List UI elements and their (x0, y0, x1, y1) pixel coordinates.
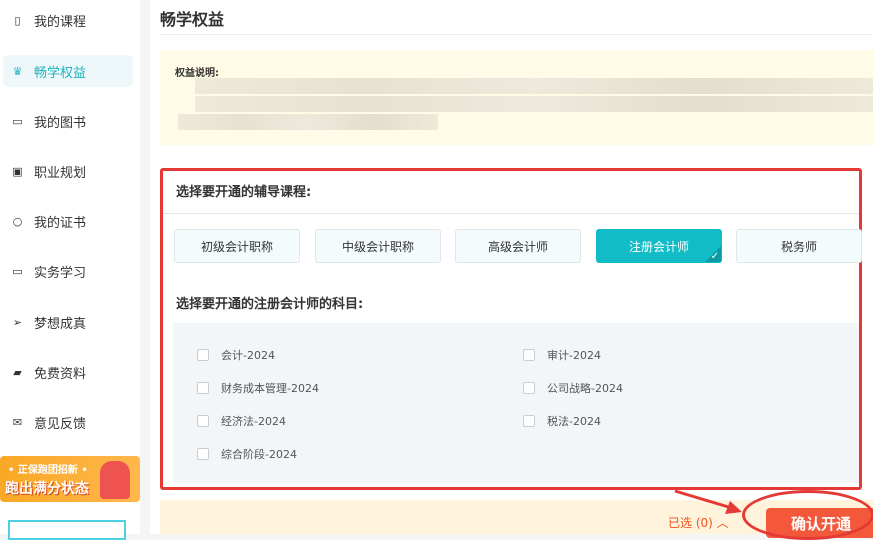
checkbox[interactable] (197, 382, 209, 394)
checkbox[interactable] (523, 382, 535, 394)
subject-list: 会计-2024 审计-2024 财务成本管理-2024 公司战略-2024 经济… (173, 323, 859, 483)
label: 公司战略-2024 (547, 382, 623, 395)
promo-banner[interactable]: • 正保跑团招新 • 跑出满分状态 (0, 456, 140, 502)
sidebar: ▯ 我的课程 ♛ 畅学权益 ▭ 我的图书 ▣ 职业规划 ○ 我的证书 ▭ 实务学习 ➢ 梦想成… (0, 0, 140, 540)
redacted-text (178, 114, 438, 130)
subject-checkbox[interactable]: 税法-2024 (523, 413, 601, 429)
label: 审计-2024 (547, 349, 601, 362)
banner-line2: 跑出满分状态 (5, 481, 89, 497)
checkbox[interactable] (523, 349, 535, 361)
monitor-icon: ▭ (12, 264, 23, 278)
checkbox[interactable] (523, 415, 535, 427)
banner-line1: • 正保跑团招新 • (8, 465, 88, 476)
divider (163, 213, 859, 214)
label: 税务师 (780, 239, 817, 254)
label: 梦想成真 (34, 316, 87, 332)
subject-checkbox[interactable]: 财务成本管理-2024 (197, 380, 319, 396)
course-tab-selected[interactable]: 注册会计师 ✓ (596, 229, 722, 263)
annotation-oval (742, 490, 873, 540)
sidebar-item-benefits[interactable]: ♛ 畅学权益 (3, 55, 133, 87)
check-icon: ✓ (710, 251, 719, 262)
course-selection-panel: 选择要开通的辅导课程: 初级会计职称 中级会计职称 高级会计师 注册会计师 ✓ 税… (160, 168, 862, 490)
page-title: 畅学权益 (160, 10, 225, 29)
label: 综合阶段-2024 (221, 448, 297, 461)
checkbox[interactable] (197, 349, 209, 361)
sidebar-item-my-books[interactable]: ▭ 我的图书 (3, 105, 133, 137)
checkbox[interactable] (197, 415, 209, 427)
sidebar-item-career[interactable]: ▣ 职业规划 (3, 155, 133, 187)
label: 职业规划 (34, 165, 87, 181)
sidebar-item-certificates[interactable]: ○ 我的证书 (3, 205, 133, 237)
divider (160, 34, 873, 35)
main-content: 畅学权益 权益说明: 选择要开通的辅导课程: 初级会计职称 中级会计职称 高级会… (150, 0, 873, 538)
subject-checkbox[interactable]: 公司战略-2024 (523, 380, 623, 396)
course-heading: 选择要开通的辅导课程: (176, 185, 312, 200)
book-icon: ▯ (14, 13, 21, 27)
sidebar-item-practice[interactable]: ▭ 实务学习 (3, 255, 133, 287)
label: 意见反馈 (34, 416, 87, 432)
label: 实务学习 (34, 265, 87, 281)
label: 税法-2024 (547, 415, 601, 428)
checkbox[interactable] (197, 448, 209, 460)
crown-icon: ♛ (12, 64, 23, 78)
subject-checkbox[interactable]: 会计-2024 (197, 347, 275, 363)
label: 高级会计师 (487, 239, 548, 254)
notice-label: 权益说明: (175, 68, 219, 79)
benefit-notice: 权益说明: (160, 50, 873, 145)
subject-checkbox[interactable]: 审计-2024 (523, 347, 601, 363)
label: 我的课程 (34, 14, 87, 30)
label: 我的图书 (34, 115, 87, 131)
annotation-arrow (674, 489, 742, 514)
course-tab[interactable]: 高级会计师 (455, 229, 581, 263)
book-closed-icon: ▭ (12, 114, 23, 128)
sidebar-item-dream[interactable]: ➢ 梦想成真 (3, 306, 133, 338)
redacted-text (195, 78, 873, 94)
label: 财务成本管理-2024 (221, 382, 319, 395)
label: 注册会计师 (628, 239, 689, 254)
label: 畅学权益 (34, 65, 87, 81)
subject-heading: 选择要开通的注册会计师的科目: (176, 297, 364, 312)
label: 经济法-2024 (221, 415, 286, 428)
qr-code (8, 520, 126, 540)
mail-icon: ✉ (12, 415, 23, 429)
label: 初级会计职称 (200, 239, 273, 254)
bulb-icon: ○ (12, 214, 23, 228)
send-icon: ➢ (12, 315, 23, 329)
sidebar-item-feedback[interactable]: ✉ 意见反馈 (3, 406, 133, 438)
course-tab[interactable]: 初级会计职称 (174, 229, 300, 263)
label: 我的证书 (34, 215, 87, 231)
subject-checkbox[interactable]: 综合阶段-2024 (197, 446, 297, 462)
course-tab[interactable]: 中级会计职称 (315, 229, 441, 263)
redacted-text (195, 96, 873, 112)
badge-icon: ▣ (12, 164, 23, 178)
subject-checkbox[interactable]: 经济法-2024 (197, 413, 286, 429)
sidebar-item-free-materials[interactable]: ▰ 免费资料 (3, 356, 133, 388)
label: 免费资料 (34, 366, 87, 382)
runner-illustration (100, 461, 130, 499)
label: 会计-2024 (221, 349, 275, 362)
label: 中级会计职称 (341, 239, 414, 254)
sidebar-item-my-courses[interactable]: ▯ 我的课程 (3, 4, 133, 36)
course-tab[interactable]: 税务师 (736, 229, 862, 263)
folder-icon: ▰ (13, 365, 22, 379)
